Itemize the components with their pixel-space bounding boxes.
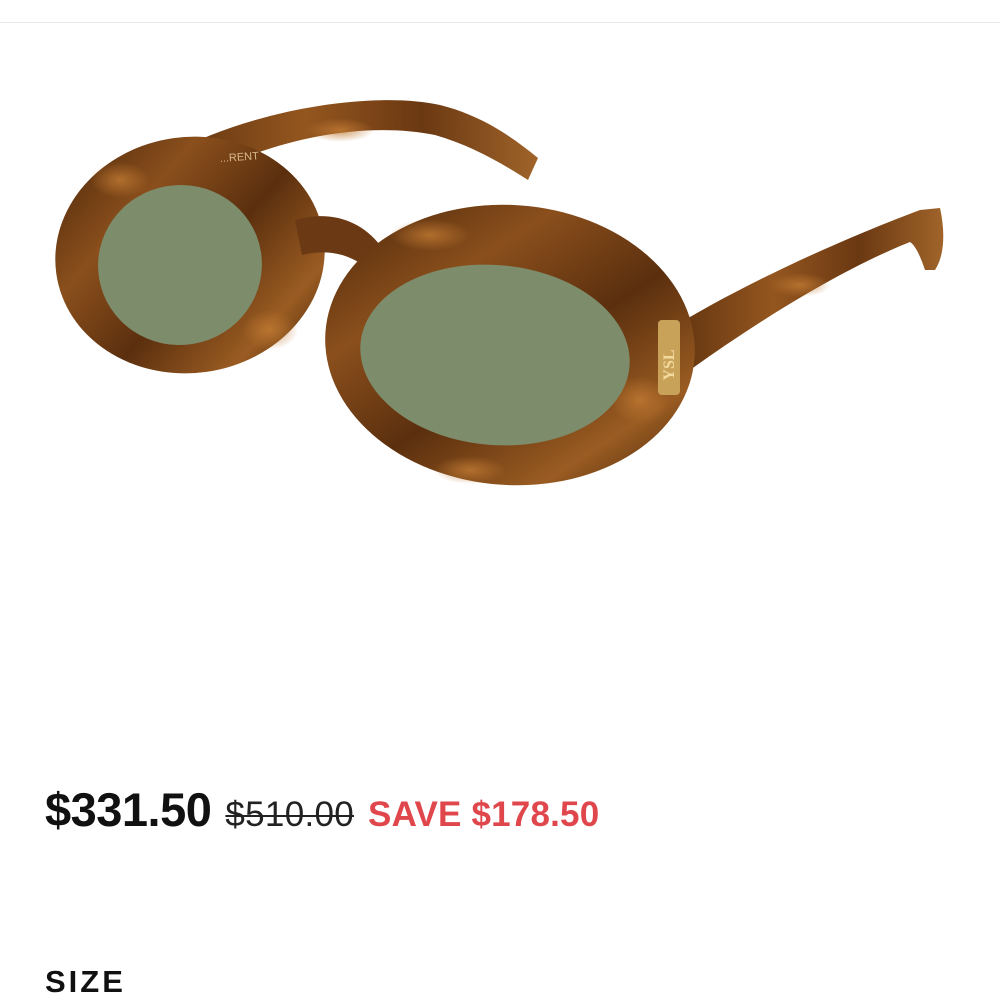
top-divider [0,22,1000,23]
price-row: $331.50 $510.00 SAVE $178.50 [45,782,599,837]
size-heading: SIZE [45,964,126,999]
savings-badge: SAVE $178.50 [368,795,600,834]
original-price: $510.00 [225,795,355,834]
sunglasses-illustration: ...RENT YSL [55,100,944,486]
current-price: $331.50 [45,783,212,836]
product-image: ...RENT YSL [40,70,970,510]
ysl-logo: YSL [658,320,680,395]
svg-text:YSL: YSL [661,349,678,380]
